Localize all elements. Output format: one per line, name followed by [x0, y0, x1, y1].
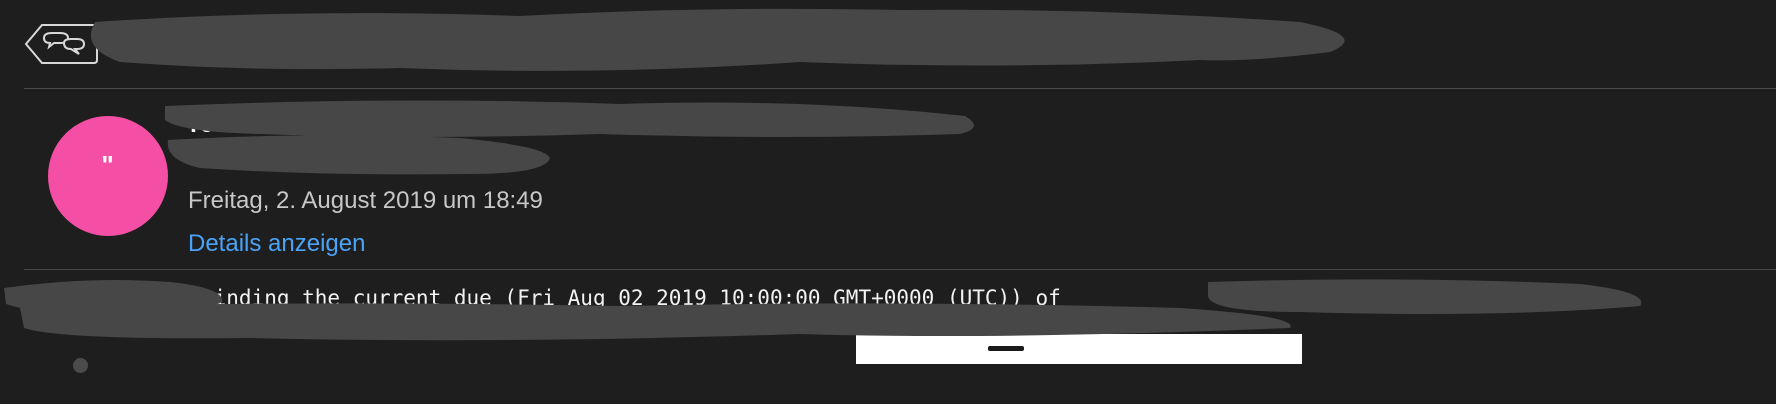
message-date: Freitag, 2. August 2019 um 18:49 [188, 187, 543, 214]
body-text-line: was reminding the current due (Fri Aug 0… [24, 286, 1542, 310]
avatar-initials: " [101, 149, 115, 180]
back-button[interactable] [24, 23, 98, 65]
sender-name: reddit [190, 110, 260, 138]
redaction-scribble [165, 100, 974, 137]
details-link[interactable]: Details anzeigen [188, 230, 365, 258]
embedded-image-bar [988, 346, 1024, 351]
redaction-scribble [90, 8, 1345, 71]
avatar: " [48, 116, 168, 236]
header-divider [24, 88, 1776, 89]
back-conversation-icon [24, 24, 98, 64]
redaction-scribble [150, 23, 1280, 52]
bullet-dot [73, 358, 88, 373]
body-divider [24, 269, 1776, 270]
redaction-scribble [167, 135, 550, 175]
embedded-image [856, 334, 1302, 364]
